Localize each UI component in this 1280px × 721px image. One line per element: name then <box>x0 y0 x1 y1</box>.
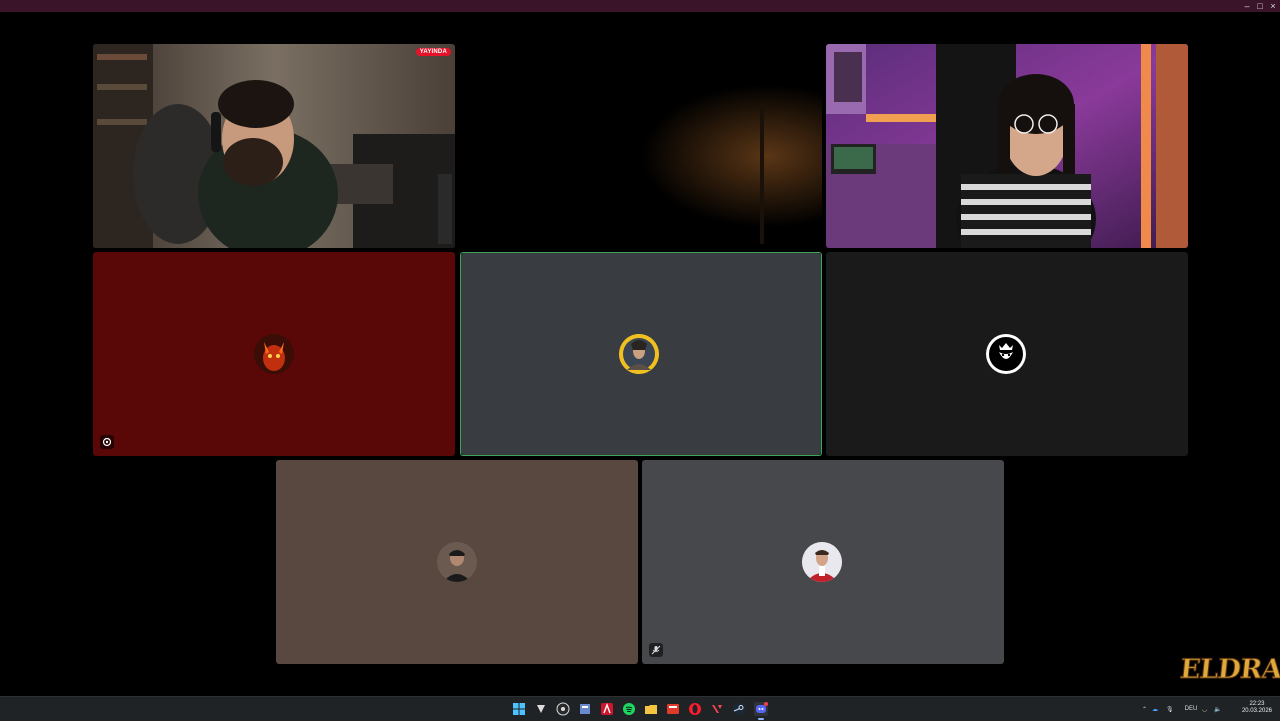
steam-icon[interactable] <box>732 702 746 716</box>
avatar-tile-brown[interactable] <box>276 460 638 664</box>
clock-time: 22:23 <box>1249 701 1265 707</box>
windows-taskbar: ⌃ ☁ 🎙 DEU ◡ 🔈 22:23 20.03.2026 <box>0 696 1280 721</box>
video-tile-streamer[interactable]: YAYINDA <box>93 44 455 248</box>
warrior-avatar-icon <box>619 334 659 374</box>
files-icon[interactable] <box>578 702 592 716</box>
network-cloud-icon[interactable]: ☁ <box>1152 706 1166 713</box>
user-avatar[interactable] <box>437 542 477 582</box>
user-avatar[interactable] <box>986 334 1026 374</box>
spotify-icon[interactable] <box>622 702 636 716</box>
user-photo-icon <box>437 542 477 582</box>
muted-mic-icon <box>649 643 663 657</box>
avatar-tile-speaking[interactable] <box>460 252 822 456</box>
avatar-tile-grey[interactable] <box>642 460 1004 664</box>
windows-start-icon[interactable] <box>512 702 526 716</box>
wifi-icon[interactable]: ◡ <box>1202 706 1214 713</box>
avatar-tile-red[interactable] <box>93 252 455 456</box>
minimize-button[interactable]: – <box>1240 0 1254 12</box>
dark-video-feed <box>460 44 822 248</box>
opera-icon[interactable] <box>688 702 702 716</box>
user-avatar[interactable] <box>802 542 842 582</box>
eldraun-watermark: ELDRAUN <box>1178 654 1280 686</box>
mic-icon[interactable]: 🎙 <box>1166 706 1180 713</box>
epic-games-icon[interactable] <box>534 702 548 716</box>
live-badge: YAYINDA <box>415 48 451 56</box>
close-button[interactable]: × <box>1266 0 1280 12</box>
discord-icon[interactable] <box>754 702 768 720</box>
maximize-button[interactable]: □ <box>1253 0 1267 12</box>
tray-chevron-icon[interactable]: ⌃ <box>1142 706 1152 713</box>
lion-crown-icon <box>987 335 1025 373</box>
media-app-icon[interactable] <box>666 702 680 716</box>
webcam-video-feed <box>826 44 1188 248</box>
clock-date: 20.03.2026 <box>1241 708 1272 714</box>
streamer-video-feed <box>93 44 455 248</box>
avatar-tile-lion[interactable] <box>826 252 1188 456</box>
user-photo-icon <box>802 542 842 582</box>
user-avatar[interactable] <box>254 334 294 374</box>
window-title-bar <box>0 0 1280 12</box>
adobe-icon[interactable] <box>600 702 614 716</box>
demon-avatar-icon <box>254 334 294 374</box>
system-tray: ⌃ ☁ 🎙 DEU ◡ 🔈 <box>1142 697 1226 721</box>
video-tile-webcam[interactable] <box>826 44 1188 248</box>
stream-icon <box>100 435 114 449</box>
input-language[interactable]: DEU <box>1180 706 1202 712</box>
speaker-icon[interactable]: 🔈 <box>1214 706 1226 713</box>
video-tile-dark[interactable] <box>460 44 822 248</box>
taskbar-clock[interactable]: 22:23 20.03.2026 <box>1242 701 1272 715</box>
user-avatar[interactable] <box>619 334 659 374</box>
file-explorer-icon[interactable] <box>644 702 658 716</box>
valorant-icon[interactable] <box>710 702 724 716</box>
obs-icon[interactable] <box>556 702 570 716</box>
